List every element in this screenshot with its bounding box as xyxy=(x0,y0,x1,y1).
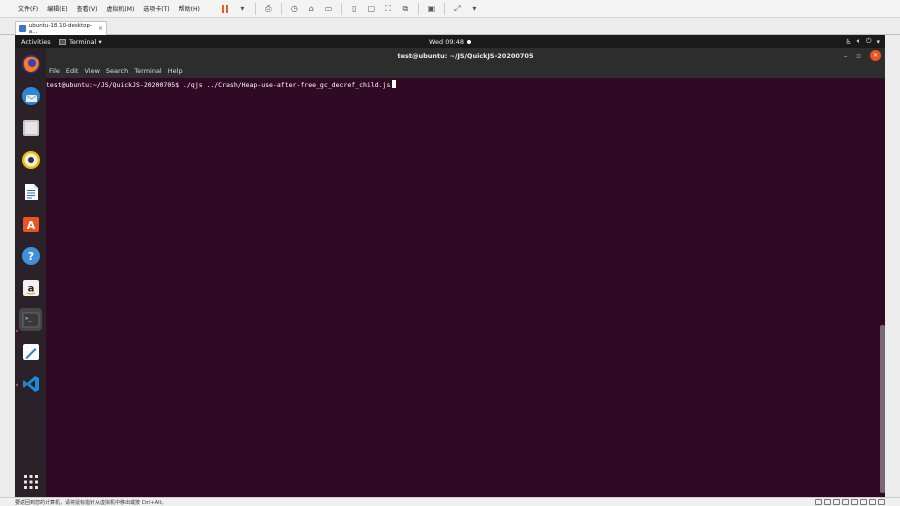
menu-help[interactable]: 帮助(H) xyxy=(179,4,200,13)
menu-vm[interactable]: 虚拟机(M) xyxy=(106,4,134,13)
software-icon: A xyxy=(22,216,39,232)
hdd-icon[interactable] xyxy=(815,499,822,505)
dock-vscode[interactable] xyxy=(19,372,42,395)
chevron-down-icon[interactable]: ▾ xyxy=(876,38,880,46)
notification-dot-icon xyxy=(466,40,471,44)
system-tray[interactable]: ♿ 🔈︎ ⏻ ▾ xyxy=(840,37,880,46)
terminal-menu-help[interactable]: Help xyxy=(168,67,183,75)
volume-icon[interactable]: 🔈︎ xyxy=(857,37,861,46)
terminal-line: test@ubuntu:~/JS/QuickJS-20200705$ ./qjs… xyxy=(46,80,885,89)
message-icon[interactable] xyxy=(878,499,885,505)
rhythmbox-icon xyxy=(21,150,40,169)
device-icons xyxy=(813,499,885,505)
text-cursor xyxy=(392,80,397,88)
stretch-icon[interactable]: ⤢ xyxy=(452,3,463,14)
terminal-icon: >_ xyxy=(22,312,39,327)
snapshot-manager-icon[interactable]: ▭ xyxy=(323,3,334,14)
menu-view[interactable]: 查看(V) xyxy=(77,4,98,13)
show-applications-icon xyxy=(23,474,38,489)
gnome-top-bar: Activities Terminal ▾ Wed 09:48 ♿ 🔈︎ ⏻ ▾ xyxy=(15,35,885,48)
close-icon[interactable]: ✕ xyxy=(870,50,881,61)
clock-label: Wed 09:48 xyxy=(429,38,464,46)
terminal-menu-edit[interactable]: Edit xyxy=(66,67,79,75)
cdrom-icon[interactable] xyxy=(824,499,831,505)
guest-screen[interactable]: Activities Terminal ▾ Wed 09:48 ♿ 🔈︎ ⏻ ▾ xyxy=(15,35,885,497)
vm-icon xyxy=(19,25,26,32)
send-keys-icon[interactable]: ⎙ xyxy=(263,3,274,14)
dock-amazon[interactable]: a xyxy=(19,276,42,299)
terminal-menu-view[interactable]: View xyxy=(84,67,99,75)
display-icon[interactable] xyxy=(869,499,876,505)
minimize-icon[interactable]: – xyxy=(844,52,848,60)
dock-software[interactable]: A xyxy=(19,212,42,235)
dock-text-editor[interactable] xyxy=(19,340,42,363)
dock-rhythmbox[interactable] xyxy=(19,148,42,171)
dock-firefox[interactable] xyxy=(19,52,42,75)
vmware-toolbar: ▾ ⎙ ◷ ⌂ ▭ ▯ ▢ ⛶ ⧉ ▣ ⤢ ▾ xyxy=(217,2,483,15)
dock-show-applications[interactable] xyxy=(19,470,42,493)
svg-text:>_: >_ xyxy=(25,316,32,322)
revert-snapshot-icon[interactable]: ⌂ xyxy=(306,3,317,14)
terminal-console-icon[interactable]: ▣ xyxy=(426,3,437,14)
menu-edit[interactable]: 编辑(E) xyxy=(47,4,67,13)
sound-icon[interactable] xyxy=(851,499,858,505)
menu-tabs[interactable]: 选项卡(T) xyxy=(143,4,169,13)
thunderbird-icon xyxy=(21,86,40,105)
firefox-icon xyxy=(21,54,40,73)
text-editor-icon xyxy=(22,343,39,360)
dock-writer[interactable] xyxy=(19,180,42,203)
terminal-menu-search[interactable]: Search xyxy=(106,67,128,75)
vmware-menubar: 文件(F) 编辑(E) 查看(V) 虚拟机(M) 选项卡(T) 帮助(H) ▾ … xyxy=(0,0,900,18)
terminal-title: test@ubuntu: ~/JS/QuickJS-20200705 xyxy=(397,52,534,60)
console-view-icon[interactable]: ▢ xyxy=(366,3,377,14)
unity-icon[interactable]: ⧉ xyxy=(400,3,411,14)
accessibility-icon[interactable]: ♿ xyxy=(845,38,851,46)
pause-icon[interactable] xyxy=(220,3,231,14)
terminal-menubar: File Edit View Search Terminal Help xyxy=(49,67,189,75)
command-prompt: test@ubuntu:~/JS/QuickJS-20200705$ ./qjs… xyxy=(46,81,391,89)
fullscreen-icon[interactable]: ⛶ xyxy=(383,3,394,14)
dropdown-icon[interactable]: ▾ xyxy=(237,3,248,14)
network-icon[interactable] xyxy=(833,499,840,505)
snapshot-icon[interactable]: ◷ xyxy=(289,3,300,14)
dock: A ? a >_ xyxy=(15,48,46,497)
running-indicator xyxy=(16,384,18,386)
files-icon xyxy=(22,119,39,136)
clock[interactable]: Wed 09:48 xyxy=(15,38,885,46)
terminal-menu-terminal[interactable]: Terminal xyxy=(134,67,161,75)
svg-text:A: A xyxy=(26,219,35,232)
menu-file[interactable]: 文件(F) xyxy=(18,4,38,13)
window-controls: – ▫ ✕ xyxy=(835,50,881,61)
dock-thunderbird[interactable] xyxy=(19,84,42,107)
terminal-header: test@ubuntu: ~/JS/QuickJS-20200705 – ▫ ✕… xyxy=(46,48,885,78)
usb-icon[interactable] xyxy=(842,499,849,505)
terminal-menu-file[interactable]: File xyxy=(49,67,60,75)
vm-tab-title: ubuntu-18.10-desktop-a... xyxy=(28,22,92,35)
dock-files[interactable] xyxy=(19,116,42,139)
terminal-body[interactable]: test@ubuntu:~/JS/QuickJS-20200705$ ./qjs… xyxy=(46,78,885,497)
vmware-tabstrip: ubuntu-18.10-desktop-a... × xyxy=(0,18,900,35)
vmware-statusbar: 要返回到您的计算机，请将鼠标指针从虚拟机中移出或按 Ctrl+Alt。 xyxy=(0,497,900,506)
vm-tab[interactable]: ubuntu-18.10-desktop-a... × xyxy=(15,21,107,35)
svg-text:?: ? xyxy=(27,250,33,263)
vscode-icon xyxy=(22,375,39,392)
close-icon[interactable]: × xyxy=(98,25,103,32)
help-icon: ? xyxy=(21,246,40,265)
scrollbar[interactable] xyxy=(880,325,885,493)
dock-help[interactable]: ? xyxy=(19,244,42,267)
dock-terminal[interactable]: >_ xyxy=(19,308,42,331)
writer-icon xyxy=(24,183,38,200)
status-text: 要返回到您的计算机，请将鼠标指针从虚拟机中移出或按 Ctrl+Alt。 xyxy=(15,499,167,506)
maximize-icon[interactable]: ▫ xyxy=(856,52,861,60)
stretch-dropdown-icon[interactable]: ▾ xyxy=(469,3,480,14)
power-icon[interactable]: ⏻ xyxy=(866,37,872,46)
library-icon[interactable]: ▯ xyxy=(349,3,360,14)
printer-icon[interactable] xyxy=(860,499,867,505)
svg-text:a: a xyxy=(27,283,34,294)
running-indicator xyxy=(16,330,18,332)
amazon-icon: a xyxy=(22,279,39,296)
